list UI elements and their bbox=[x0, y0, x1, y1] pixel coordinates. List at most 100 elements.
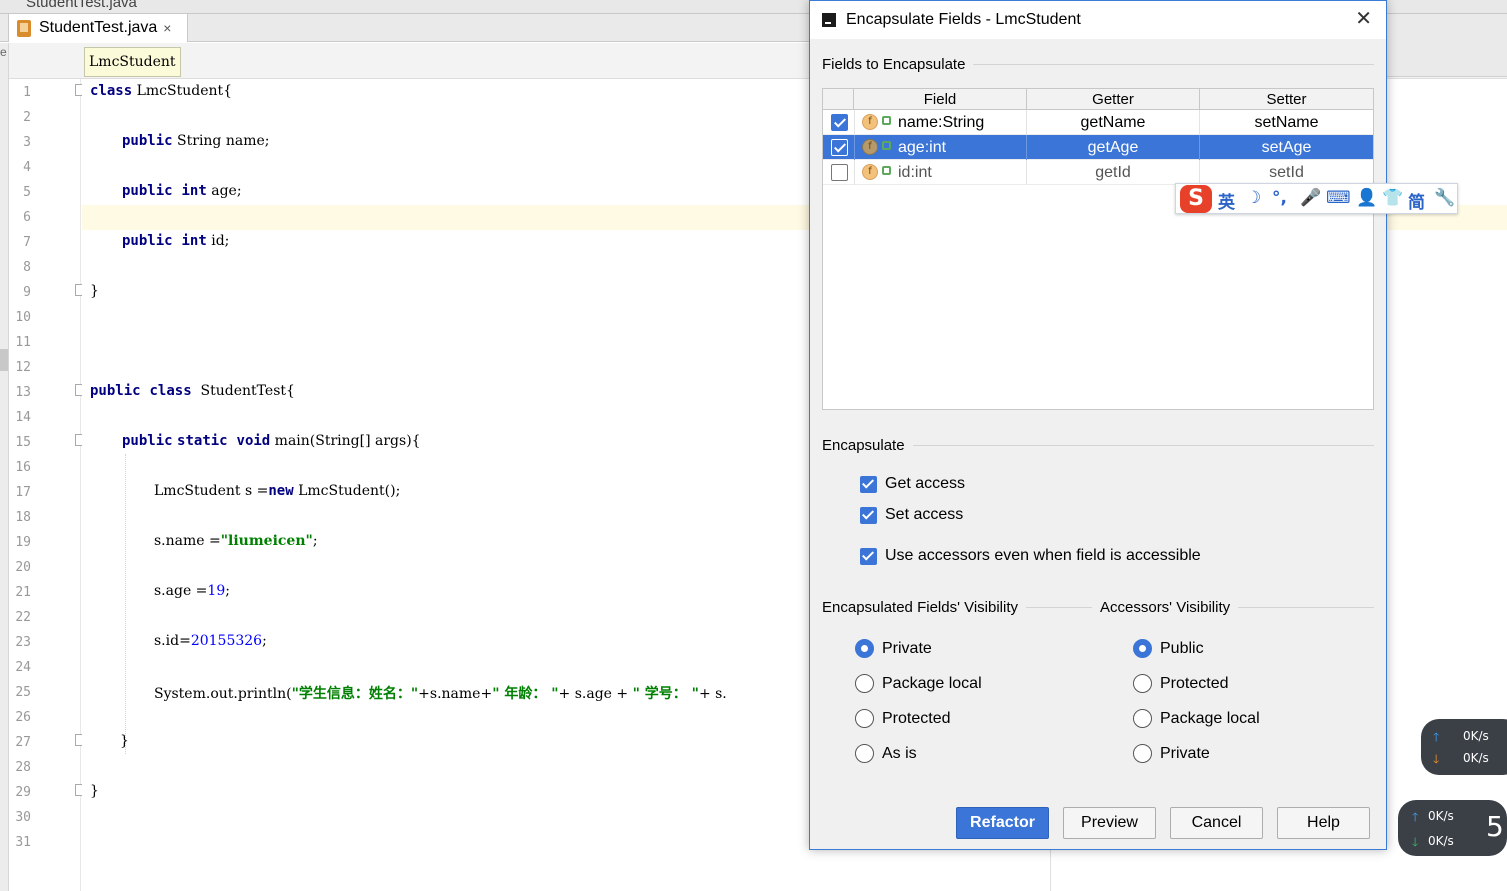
upload-arrow-icon: 🡑 bbox=[1433, 730, 1440, 744]
network-speed-widget-2[interactable]: 🡑 0K/s 🡓 0K/s 5 bbox=[1398, 800, 1507, 856]
indent-guide bbox=[125, 454, 126, 754]
table-row[interactable]: f id:int getId setId bbox=[823, 160, 1373, 185]
get-access-checkbox[interactable]: Get access bbox=[860, 475, 965, 493]
line-number: 11 bbox=[15, 335, 31, 350]
radio-label: Private bbox=[882, 639, 932, 657]
line-number: 14 bbox=[15, 410, 31, 425]
table-row[interactable]: f name:String getName setName bbox=[823, 110, 1373, 135]
radio-icon bbox=[1133, 674, 1152, 693]
radio-label: Package local bbox=[1160, 709, 1260, 727]
microphone-icon[interactable]: 🎤 bbox=[1300, 188, 1321, 208]
punctuation-icon[interactable]: °, bbox=[1272, 188, 1287, 208]
network-speed-widget[interactable]: 🡑 0K/s 🡓 0K/s bbox=[1421, 719, 1507, 775]
checkbox-icon bbox=[860, 475, 877, 493]
radio-accessors-private[interactable]: Private bbox=[1133, 744, 1210, 763]
getter-cell[interactable]: getAge bbox=[1027, 135, 1200, 160]
set-access-checkbox[interactable]: Set access bbox=[860, 506, 963, 524]
field-icon: f bbox=[862, 164, 878, 180]
download-arrow-icon: 🡓 bbox=[1433, 752, 1440, 766]
line-number: 30 bbox=[15, 810, 31, 825]
field-icon: f bbox=[862, 114, 878, 130]
code-line: s.id=20155326; bbox=[154, 633, 267, 649]
line-number: 25 bbox=[15, 685, 31, 700]
line-number: 8 bbox=[23, 260, 31, 275]
code-line: public static void main(String[] args){ bbox=[122, 433, 421, 449]
row-checkbox[interactable] bbox=[831, 114, 848, 131]
line-number: 18 bbox=[15, 510, 31, 525]
code-line: public int age; bbox=[122, 183, 242, 199]
upload-arrow-icon: 🡑 bbox=[1412, 810, 1419, 824]
dialog-title-bar[interactable]: Encapsulate Fields - LmcStudent ✕ bbox=[810, 1, 1386, 39]
keyboard-icon[interactable]: ⌨ bbox=[1326, 188, 1351, 208]
scroll-marker bbox=[0, 349, 8, 371]
line-number: 16 bbox=[15, 460, 31, 475]
lock-icon bbox=[882, 116, 891, 125]
radio-fields-protected[interactable]: Protected bbox=[855, 709, 950, 728]
refactor-button[interactable]: Refactor bbox=[956, 807, 1049, 839]
wrench-icon[interactable]: 🔧 bbox=[1434, 188, 1455, 208]
line-number: 24 bbox=[15, 660, 31, 675]
row-checkbox[interactable] bbox=[831, 164, 848, 181]
tab-studenttest-java[interactable]: StudentTest.java × bbox=[8, 14, 188, 42]
tab-close-icon[interactable]: × bbox=[163, 20, 171, 36]
partial-tab-title: StudentTest.java bbox=[26, 0, 137, 11]
line-number: 9 bbox=[23, 285, 31, 300]
line-number: 19 bbox=[15, 535, 31, 550]
line-number: 21 bbox=[15, 585, 31, 600]
fields-table: Field Getter Setter f name:String getNam… bbox=[822, 88, 1374, 410]
line-number: 10 bbox=[15, 310, 31, 325]
line-number: 28 bbox=[15, 760, 31, 775]
right-toolbar-area bbox=[1387, 14, 1507, 77]
moon-icon[interactable]: ☽ bbox=[1246, 188, 1261, 208]
download-speed: 0K/s bbox=[1463, 751, 1489, 765]
section-label: Accessors' Visibility bbox=[1100, 599, 1231, 616]
ime-toolbar[interactable]: S 英 ☽ °, 🎤 ⌨ 👤 👕 简 🔧 bbox=[1175, 183, 1458, 214]
code-line: System.out.println("学生信息：姓名："+s.name+" 年… bbox=[154, 686, 727, 702]
setter-cell[interactable]: setName bbox=[1200, 110, 1373, 135]
column-header-setter[interactable]: Setter bbox=[1200, 89, 1373, 110]
code-line: LmcStudent s =new LmcStudent(); bbox=[154, 483, 401, 499]
code-line: public String name; bbox=[122, 133, 270, 149]
row-checkbox[interactable] bbox=[831, 139, 848, 156]
ime-english-toggle[interactable]: 英 bbox=[1218, 188, 1235, 213]
code-line: public int id; bbox=[122, 233, 230, 249]
getter-cell[interactable]: getId bbox=[1027, 160, 1200, 185]
help-button[interactable]: Help bbox=[1277, 807, 1370, 839]
radio-fields-private[interactable]: Private bbox=[855, 639, 932, 658]
section-encapsulate: Encapsulate bbox=[822, 437, 1374, 454]
preview-button[interactable]: Preview bbox=[1063, 807, 1156, 839]
lock-icon bbox=[882, 166, 891, 175]
user-icon[interactable]: 👤 bbox=[1356, 188, 1377, 208]
intellij-app-icon bbox=[822, 13, 836, 27]
close-icon[interactable]: ✕ bbox=[1355, 9, 1372, 29]
use-accessors-label: Use accessors even when field is accessi… bbox=[885, 547, 1201, 564]
breadcrumb[interactable]: LmcStudent bbox=[84, 47, 181, 77]
getter-cell[interactable]: getName bbox=[1027, 110, 1200, 135]
table-row-selected[interactable]: f age:int getAge setAge bbox=[823, 135, 1373, 160]
simplified-chinese-toggle[interactable]: 简 bbox=[1408, 188, 1425, 213]
code-line: } bbox=[90, 783, 99, 799]
field-cell: f age:int bbox=[854, 135, 1027, 160]
dialog-title: Encapsulate Fields - LmcStudent bbox=[846, 11, 1081, 28]
radio-accessors-protected[interactable]: Protected bbox=[1133, 674, 1228, 693]
radio-fields-as-is[interactable]: As is bbox=[855, 744, 917, 763]
column-header-getter[interactable]: Getter bbox=[1027, 89, 1200, 110]
code-line: public class StudentTest{ bbox=[90, 383, 295, 399]
sogou-logo-icon[interactable]: S bbox=[1180, 185, 1212, 213]
radio-fields-package-local[interactable]: Package local bbox=[855, 674, 982, 693]
cancel-button[interactable]: Cancel bbox=[1170, 807, 1263, 839]
code-line: } bbox=[90, 283, 99, 299]
line-number: 1 bbox=[23, 85, 31, 100]
line-number: 17 bbox=[15, 485, 31, 500]
section-accessors-visibility: Accessors' Visibility bbox=[1100, 599, 1374, 616]
skin-icon[interactable]: 👕 bbox=[1382, 188, 1403, 208]
column-header-field[interactable]: Field bbox=[854, 89, 1027, 110]
radio-accessors-public[interactable]: Public bbox=[1133, 639, 1204, 658]
section-fields-to-encapsulate: Fields to Encapsulate bbox=[822, 56, 1374, 73]
radio-accessors-package-local[interactable]: Package local bbox=[1133, 709, 1260, 728]
left-tool-strip: e bbox=[0, 43, 9, 891]
use-accessors-checkbox[interactable]: Use accessors even when field is accessi… bbox=[860, 547, 1201, 565]
setter-cell[interactable]: setId bbox=[1200, 160, 1373, 185]
upload-speed: 0K/s bbox=[1428, 809, 1454, 823]
setter-cell[interactable]: setAge bbox=[1200, 135, 1373, 160]
